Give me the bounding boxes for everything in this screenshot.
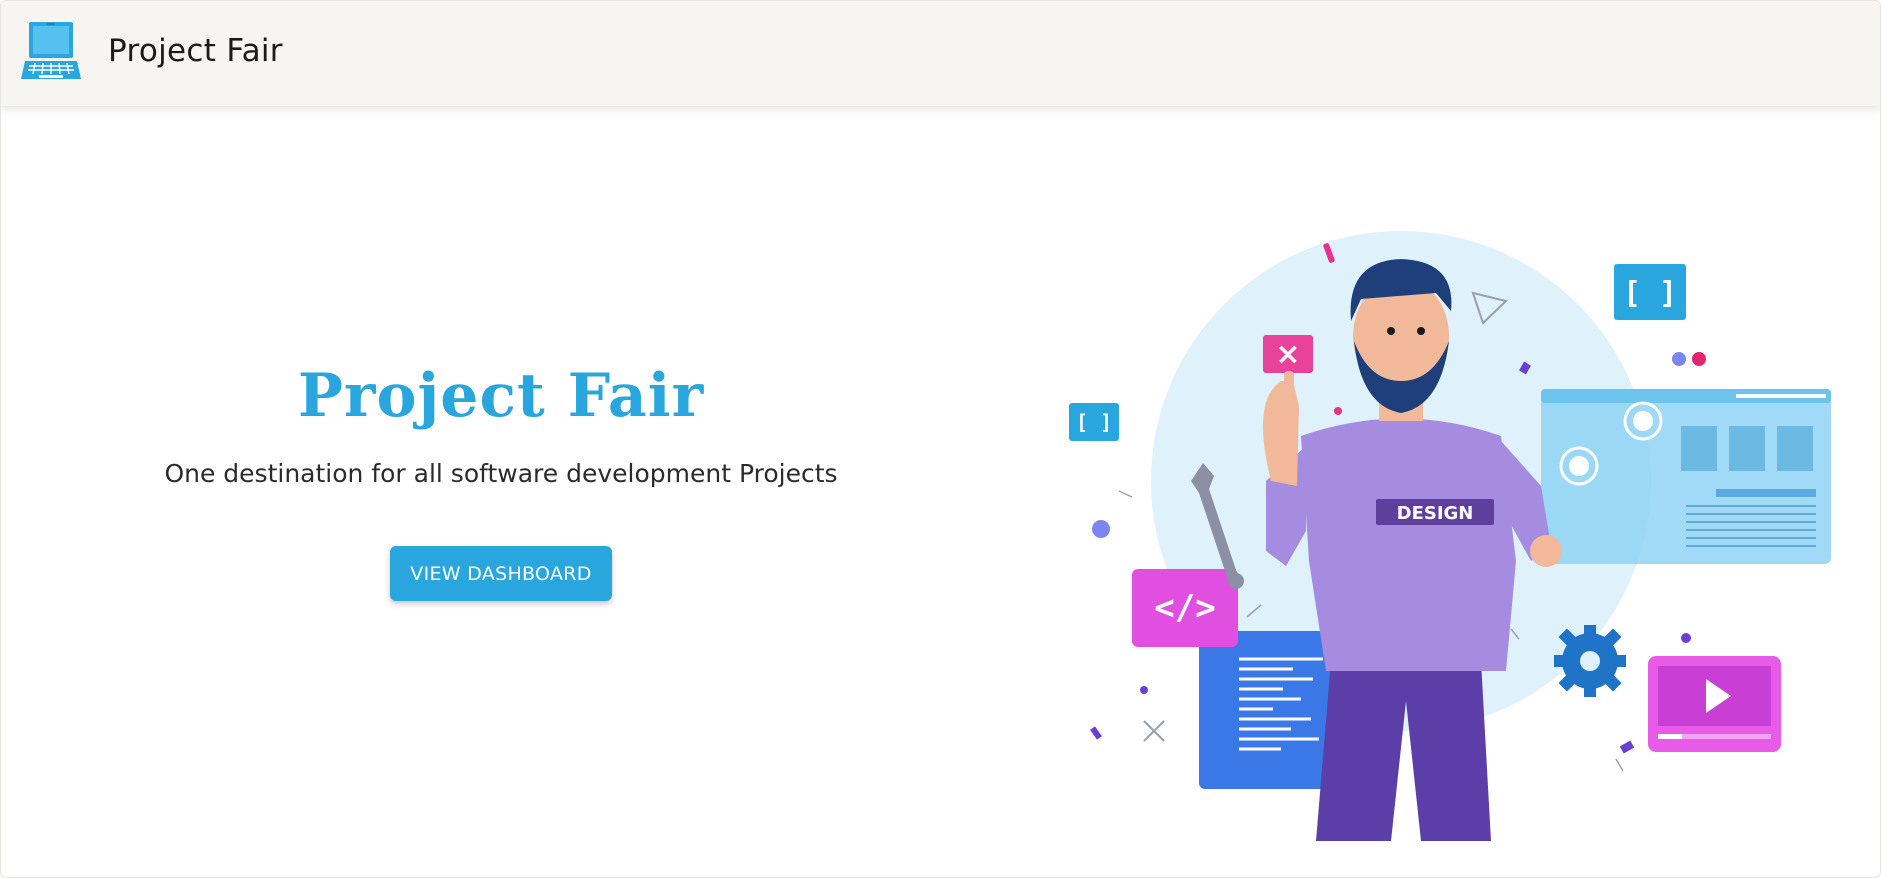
svg-text:×: ×	[1275, 337, 1300, 372]
bracket-icon: [ ]	[1069, 403, 1119, 441]
video-player-icon	[1648, 656, 1781, 752]
brand-link[interactable]: Project Fair	[21, 19, 283, 83]
view-dashboard-button[interactable]: VIEW DASHBOARD	[390, 546, 612, 601]
svg-text:DESIGN: DESIGN	[1397, 503, 1474, 524]
browser-window-icon	[1541, 389, 1831, 564]
navbar: Project Fair	[1, 1, 1880, 106]
hero-section: Project Fair One destination for all sof…	[1, 106, 1001, 877]
page: Project Fair Project Fair One destinatio…	[0, 0, 1881, 878]
hero-title: Project Fair	[297, 361, 705, 431]
code-tag-icon: </>	[1132, 569, 1238, 647]
svg-text:[ ]: [ ]	[1623, 276, 1677, 311]
gear-icon	[1554, 625, 1626, 697]
bracket-box-icon: [ ]	[1614, 264, 1686, 320]
developer-illustration: [ ] [ ] </> × DESIGN	[1069, 231, 1831, 841]
svg-text:[ ]: [ ]	[1076, 410, 1112, 434]
hero-illustration: [ ] [ ] </> × DESIGN	[1061, 231, 1841, 841]
close-icon: ×	[1263, 335, 1313, 373]
hero-subtitle: One destination for all software develop…	[164, 459, 838, 488]
svg-text:</>: </>	[1154, 588, 1215, 628]
laptop-icon	[21, 22, 81, 79]
brand-text: Project Fair	[108, 33, 283, 69]
